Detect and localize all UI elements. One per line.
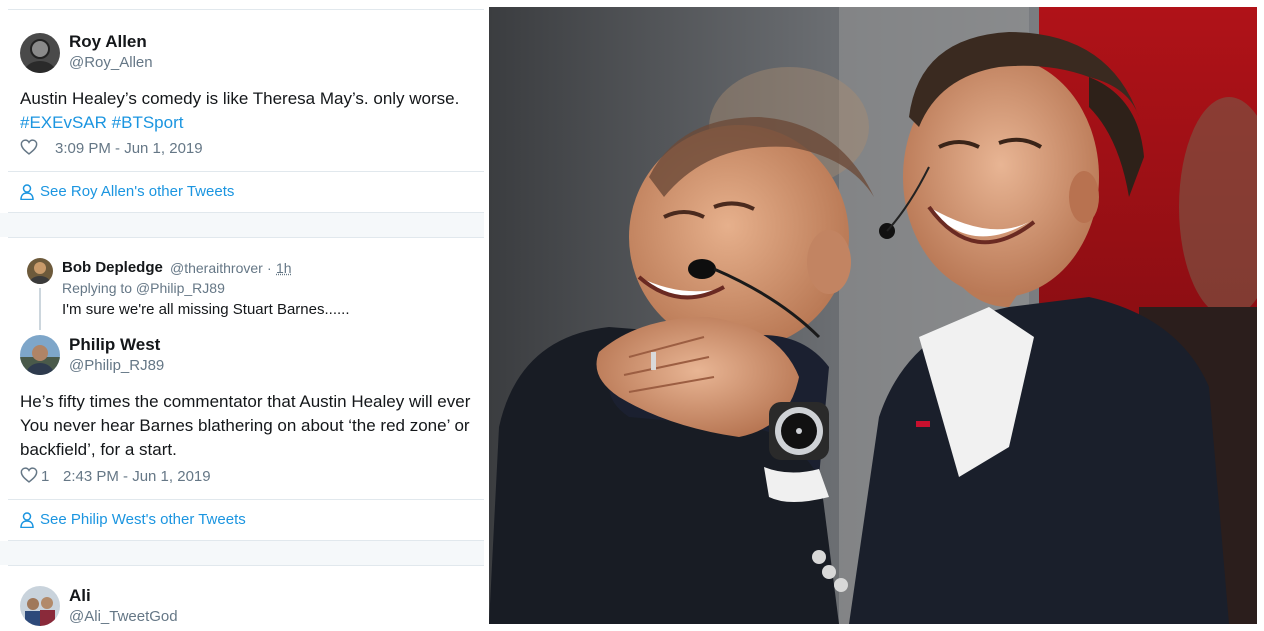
like-count: 1 [41,468,50,485]
thread-line [39,288,41,330]
divider [8,171,484,172]
photo-illustration [489,7,1257,624]
tweet-column: Roy Allen @Roy_Allen Austin Healey’s com… [0,0,484,631]
tweet-author-name[interactable]: Roy Allen [69,32,147,52]
divider [8,237,484,238]
heart-icon[interactable] [20,139,38,155]
tweet-author-handle[interactable]: @Roy_Allen [69,54,153,71]
replying-to[interactable]: Replying to @Philip_RJ89 [62,280,225,296]
see-other-tweets-link[interactable]: See Philip West's other Tweets [20,511,246,528]
tweet-author-handle[interactable]: @Ali_TweetGod [69,608,178,625]
person-icon [20,183,34,200]
photo-two-men-embracing [489,7,1257,624]
tweet-text-line: He’s fifty times the commentator that Au… [20,392,471,411]
avatar-ali[interactable] [20,586,60,626]
reply-author-handle[interactable]: @theraithrover [170,260,263,276]
reply-text: I'm sure we're all missing Stuart Barnes… [62,301,350,318]
reply-author-name[interactable]: Bob Depledge [62,259,163,276]
tweet-text: Austin Healey’s comedy is like Theresa M… [20,89,460,108]
avatar-philip-west[interactable] [20,335,60,375]
collage: Roy Allen @Roy_Allen Austin Healey’s com… [0,0,1264,631]
reply-separator: · [267,260,272,276]
avatar-roy-allen[interactable] [20,33,60,73]
avatar-bob-depledge[interactable] [27,258,53,284]
divider [8,499,484,500]
tweet-timestamp[interactable]: 3:09 PM - Jun 1, 2019 [55,140,203,157]
tweet-author-handle[interactable]: @Philip_RJ89 [69,357,164,374]
divider [8,565,484,566]
see-other-tweets-label: See Roy Allen's other Tweets [40,183,235,200]
see-other-tweets-label: See Philip West's other Tweets [40,511,246,528]
tweet-text-line: You never hear Barnes blathering on abou… [20,416,470,435]
separator-band [0,213,484,237]
see-other-tweets-link[interactable]: See Roy Allen's other Tweets [20,183,234,200]
tweet-author-name[interactable]: Philip West [69,335,160,355]
person-icon [20,511,34,528]
tweet-hashtags[interactable]: #EXEvSAR #BTSport [20,111,183,135]
divider [8,9,484,10]
tweet-author-name[interactable]: Ali [69,586,91,606]
tweet-timestamp[interactable]: 2:43 PM - Jun 1, 2019 [63,468,211,485]
reply-time[interactable]: 1h [276,260,292,276]
heart-icon[interactable] [20,467,38,483]
separator-band [0,541,484,565]
tweet-text-line: backfield’, for a start. [20,440,177,459]
